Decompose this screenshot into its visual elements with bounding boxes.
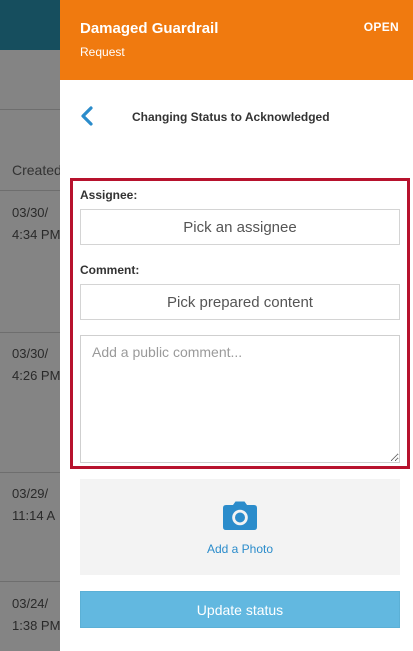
background-column-header: Created (12, 162, 62, 178)
row-time: 1:38 PM (12, 618, 61, 633)
background-row: 03/29/ 11:14 A (12, 483, 55, 527)
back-button[interactable] (78, 104, 98, 128)
row-date: 03/29/ (12, 486, 49, 501)
status-badge: OPEN (363, 20, 399, 34)
request-title: Damaged Guardrail (80, 20, 219, 37)
row-time: 11:14 A (12, 508, 56, 523)
add-photo-button[interactable]: Add a Photo (80, 479, 400, 575)
row-time: 4:26 PM (12, 368, 61, 383)
camera-icon (223, 501, 257, 530)
background-row: 03/30/ 4:26 PM (12, 343, 60, 387)
background-row: 03/24/ 1:38 PM (12, 593, 60, 637)
add-photo-label: Add a Photo (206, 542, 274, 556)
chevron-left-icon (81, 106, 93, 126)
background-row: 03/30/ 4:34 PM (12, 202, 60, 246)
status-change-panel: Damaged Guardrail Request OPEN Changing … (60, 0, 413, 651)
row-date: 03/30/ (12, 346, 49, 361)
assignee-label: Assignee: (80, 188, 138, 202)
comment-label: Comment: (80, 263, 140, 277)
step-title: Changing Status to Acknowledged (132, 110, 330, 124)
public-comment-input[interactable] (80, 335, 400, 463)
row-date: 03/30/ (12, 205, 49, 220)
row-date: 03/24/ (12, 596, 49, 611)
request-type: Request (80, 45, 125, 59)
update-status-button[interactable]: Update status (80, 591, 400, 628)
panel-header: Damaged Guardrail Request OPEN (60, 0, 413, 80)
assignee-picker[interactable]: Pick an assignee (80, 209, 400, 245)
row-time: 4:34 PM (12, 227, 61, 242)
prepared-content-picker[interactable]: Pick prepared content (80, 284, 400, 320)
